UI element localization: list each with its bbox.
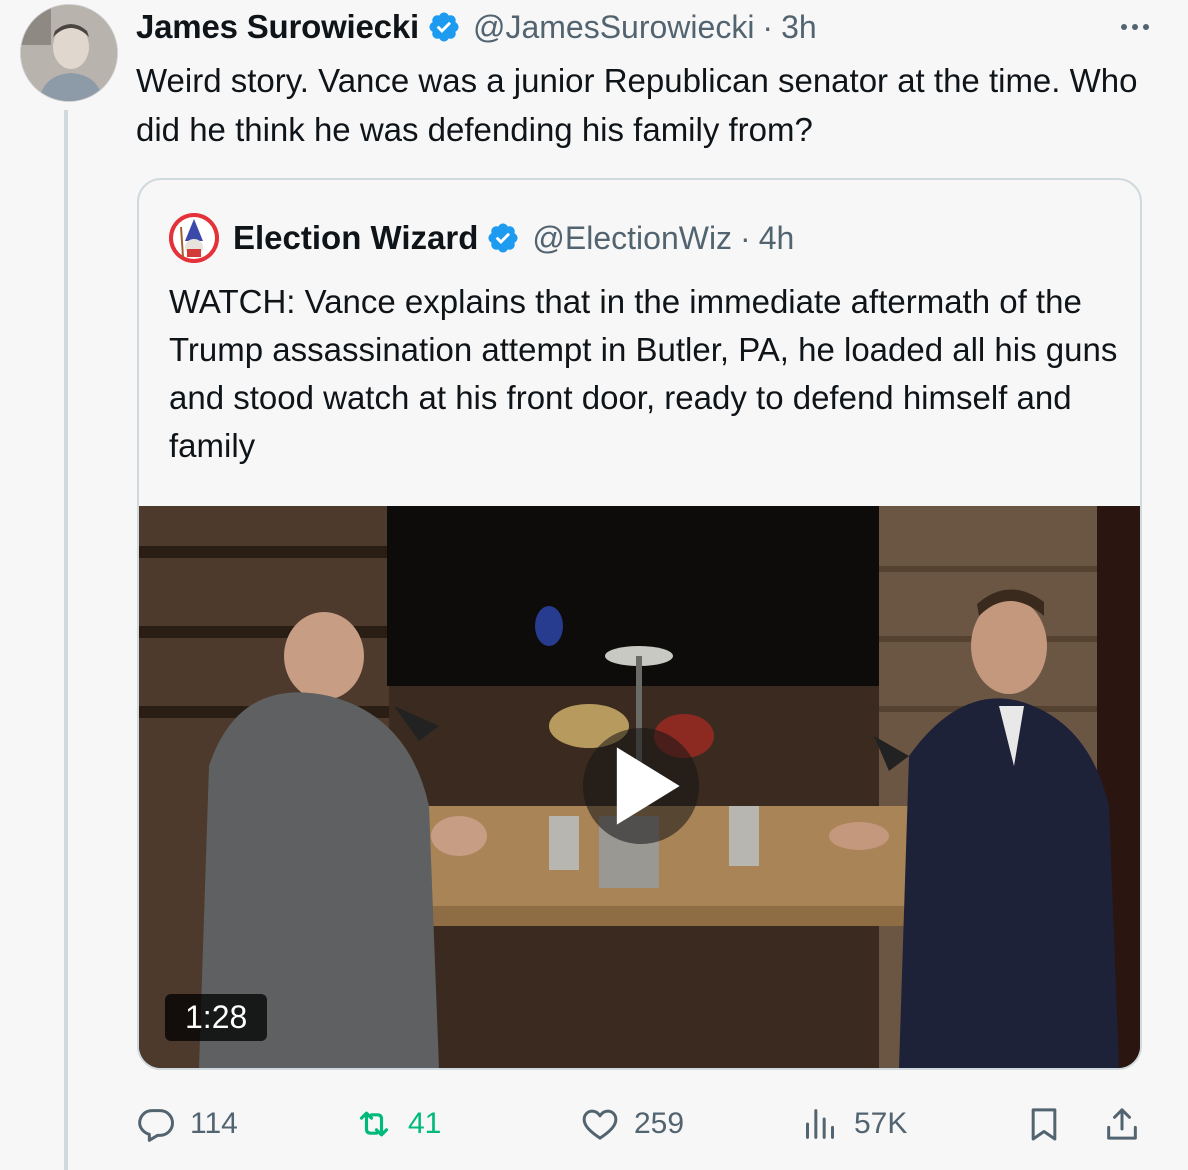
quoted-tweet-timestamp[interactable]: 4h — [759, 220, 795, 257]
share-button[interactable] — [1102, 1096, 1142, 1152]
play-button[interactable] — [583, 728, 699, 844]
quoted-author-name[interactable]: Election Wizard — [233, 219, 478, 257]
more-dot — [1132, 24, 1138, 30]
tweet-timestamp[interactable]: 3h — [781, 9, 817, 46]
bookmark-icon — [1031, 1108, 1057, 1141]
quoted-tweet-text: WATCH: Vance explains that in the immedi… — [169, 283, 1118, 464]
video-duration: 1:28 — [165, 994, 268, 1041]
like-icon — [582, 1109, 618, 1140]
tweet-actions-bar: 114 41 259 57K — [136, 1096, 1148, 1152]
tweet-text: Weird story. Vance was a junior Republic… — [136, 62, 1138, 148]
play-icon — [616, 747, 680, 825]
views-icon — [806, 1109, 834, 1139]
retweet-button[interactable]: 41 — [354, 1096, 441, 1152]
more-dot — [1143, 24, 1149, 30]
author-avatar[interactable] — [20, 4, 118, 102]
more-options-icon[interactable] — [1112, 9, 1158, 45]
reply-icon — [138, 1109, 174, 1142]
like-button[interactable]: 259 — [580, 1096, 684, 1152]
quoted-tweet-card[interactable]: Election Wizard @ElectionWiz · 4h WATCH:… — [137, 178, 1142, 1070]
quoted-author-handle[interactable]: @ElectionWiz — [532, 220, 732, 257]
tweet-header: James Surowiecki @JamesSurowiecki · 3h — [136, 6, 1158, 48]
separator-dot: · — [762, 8, 774, 45]
view-count: 57K — [854, 1107, 908, 1140]
separator-dot: · — [740, 219, 751, 256]
thread-line — [64, 110, 68, 1170]
retweet-count: 41 — [408, 1107, 442, 1140]
more-dot — [1121, 24, 1127, 30]
bookmark-button[interactable] — [1024, 1096, 1064, 1152]
views-button[interactable]: 57K — [800, 1096, 907, 1152]
quoted-author-avatar[interactable] — [169, 213, 219, 263]
quoted-tweet-header: Election Wizard @ElectionWiz · 4h — [169, 212, 794, 264]
share-icon — [1107, 1108, 1137, 1140]
author-name[interactable]: James Surowiecki — [136, 8, 419, 46]
author-avatar-image — [21, 5, 117, 101]
video-player[interactable]: 1:28 — [139, 506, 1140, 1068]
author-handle[interactable]: @JamesSurowiecki — [473, 9, 754, 46]
reply-count: 114 — [190, 1107, 238, 1140]
verified-badge-icon — [488, 223, 518, 253]
like-count: 259 — [634, 1107, 685, 1140]
verified-badge-icon — [429, 12, 459, 42]
wizard-avatar-image — [169, 213, 219, 263]
reply-button[interactable]: 114 — [136, 1096, 238, 1152]
retweet-icon — [359, 1111, 389, 1137]
